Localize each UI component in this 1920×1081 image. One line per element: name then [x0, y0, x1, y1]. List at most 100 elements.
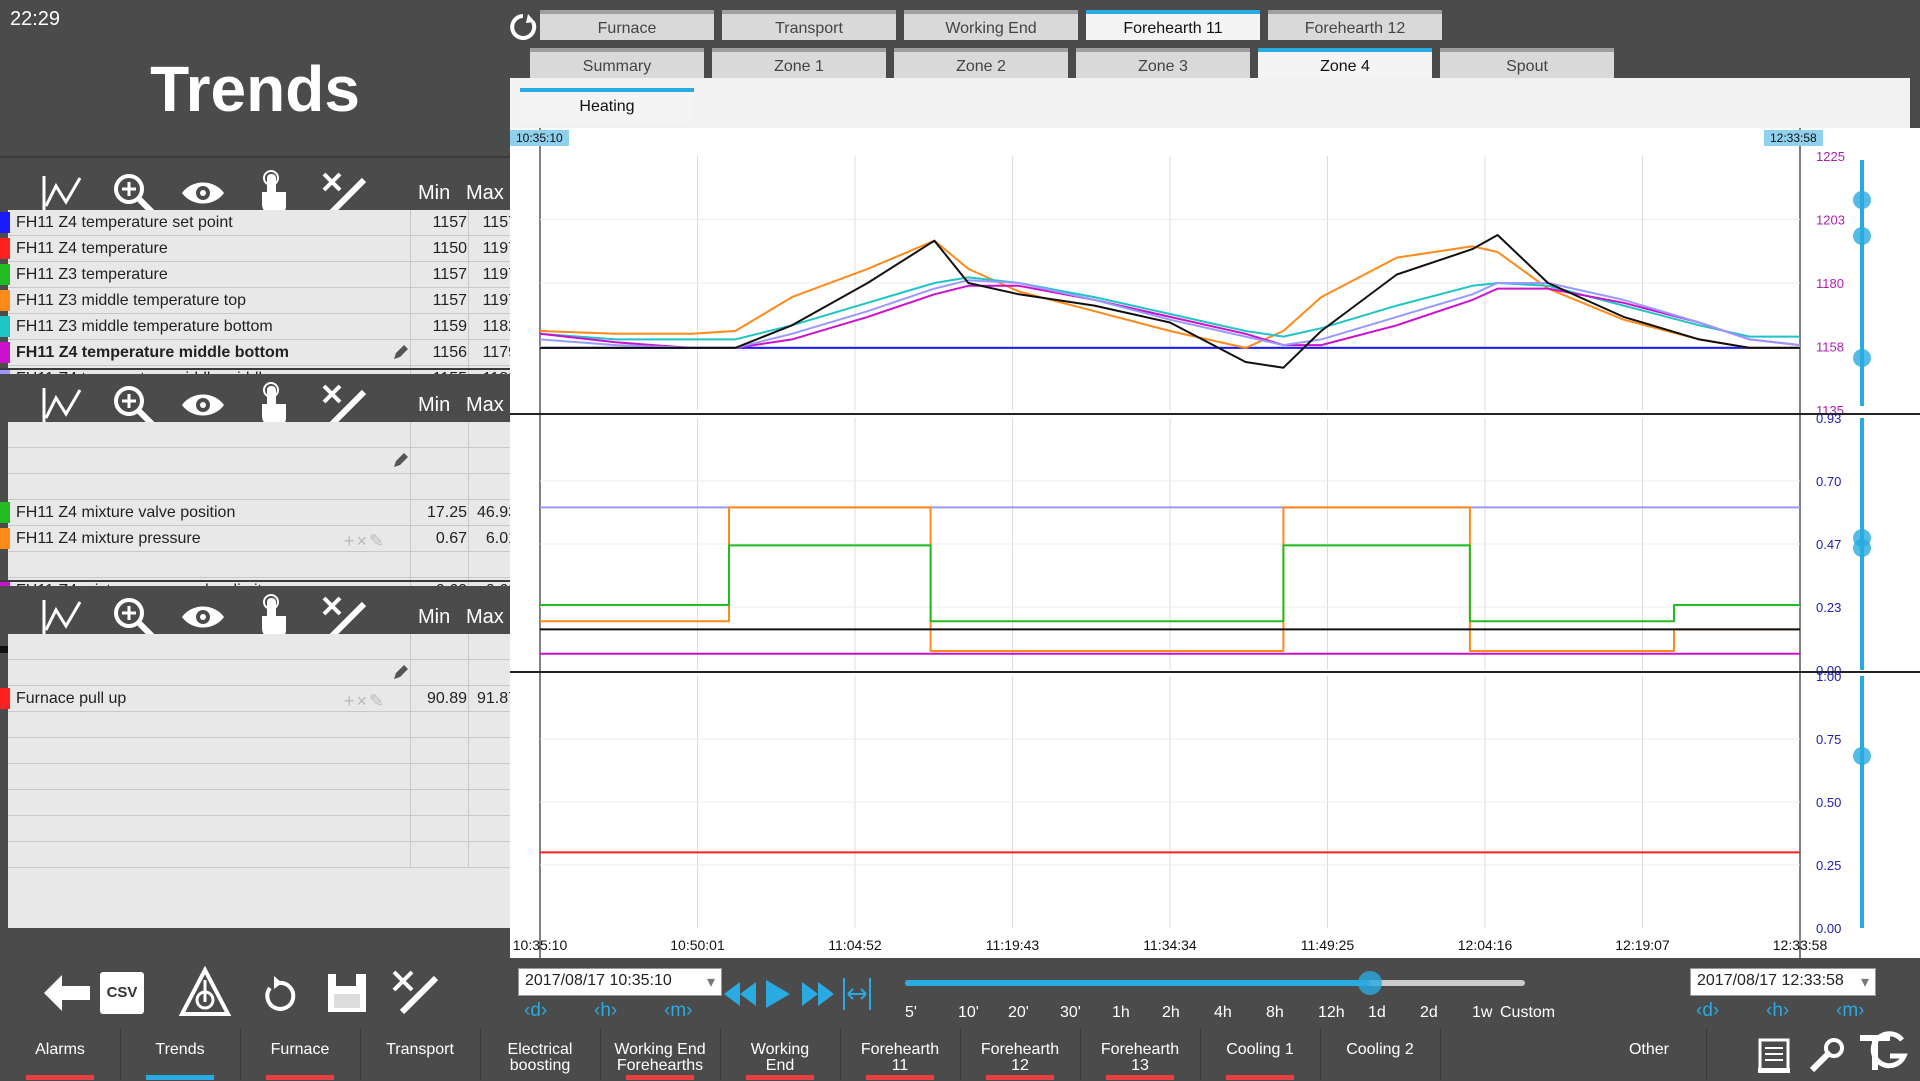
subtab-spout[interactable]: Spout	[1440, 48, 1614, 78]
rewind-icon[interactable]	[724, 982, 756, 1006]
min-header: Min	[418, 182, 451, 204]
step-h-control[interactable]: ‹h›	[1766, 1000, 1789, 1022]
step-d-control[interactable]: ‹d›	[1696, 1000, 1719, 1022]
zoom-option[interactable]: Custom	[1500, 1004, 1555, 1022]
end-date-field[interactable]: 2017/08/17 12:33:58 ▾	[1690, 968, 1876, 996]
subtab-summary[interactable]: Summary	[530, 48, 704, 78]
nav-working-end[interactable]: Working End	[720, 1028, 841, 1080]
step-h-control[interactable]: ‹h›	[594, 1000, 617, 1022]
zoom-slider-fill	[905, 980, 1370, 986]
y-slider-handle[interactable]	[1853, 747, 1871, 765]
signal-row[interactable]: FH11 Z4 mixture pressure +×✎ 0.67 6.01	[0, 526, 517, 554]
tab-forehearth-12[interactable]: Forehearth 12	[1268, 10, 1442, 40]
signal-row[interactable]: FH11 Z4 temperature set point 1157 1157	[0, 210, 517, 236]
nav-forehearth-13[interactable]: Forehearth 13	[1080, 1028, 1201, 1080]
pencil-icon[interactable]	[392, 452, 408, 468]
zoom-option[interactable]: 20'	[1008, 1004, 1029, 1022]
subtab-zone-1[interactable]: Zone 1	[712, 48, 886, 78]
y-slider-handle[interactable]	[1853, 539, 1871, 557]
y-slider-handle[interactable]	[1853, 349, 1871, 367]
zoom-option[interactable]: 10'	[958, 1004, 979, 1022]
nav-working-end-forehearths[interactable]: Working End Forehearths	[600, 1028, 721, 1080]
y-slider-handle[interactable]	[1853, 227, 1871, 245]
zoom-option[interactable]: 4h	[1214, 1004, 1232, 1022]
edit-controls-icon[interactable]: +×✎	[344, 529, 386, 554]
nav-cooling-2[interactable]: Cooling 2	[1320, 1028, 1441, 1080]
signal-row[interactable]: Furnace pull up +×✎ 90.89 91.87	[0, 686, 517, 714]
zoom-option[interactable]: 2d	[1420, 1004, 1438, 1022]
max-header: Max	[466, 182, 504, 204]
nav-alarms[interactable]: Alarms	[0, 1028, 121, 1080]
min-value: 0.67	[410, 526, 469, 551]
zoom-option[interactable]: 2h	[1162, 1004, 1180, 1022]
nav-electrical-boosting[interactable]: Electrical boosting	[480, 1028, 601, 1080]
signal-row[interactable]: FH11 Z4 temperature 1150 1197	[0, 236, 517, 262]
end-date-value: 2017/08/17 12:33:58	[1697, 972, 1844, 989]
reset-icon[interactable]	[252, 966, 306, 1020]
save-icon[interactable]	[320, 966, 374, 1020]
signal-row[interactable]: FH11 Z3 middle temperature top 1157 1197	[0, 288, 517, 314]
zoom-option[interactable]: 30'	[1060, 1004, 1081, 1022]
play-icon[interactable]	[766, 980, 790, 1008]
tab-transport[interactable]: Transport	[722, 10, 896, 40]
nav-forehearth-12[interactable]: Forehearth 12	[960, 1028, 1081, 1080]
nav-label: Working End	[750, 1041, 810, 1074]
zoom-slider-handle[interactable]	[1358, 971, 1382, 995]
y-slider-handle[interactable]	[1853, 191, 1871, 209]
start-date-field[interactable]: 2017/08/17 10:35:10 ▾	[518, 968, 722, 996]
nav-furnace[interactable]: Furnace	[240, 1028, 361, 1080]
tab-working-end[interactable]: Working End	[904, 10, 1078, 40]
nav-indicator	[746, 1075, 814, 1080]
nav-forehearth-11[interactable]: Forehearth 11	[840, 1028, 961, 1080]
zoom-option[interactable]: 1h	[1112, 1004, 1130, 1022]
nav-other[interactable]: Other	[1592, 1028, 1707, 1080]
clear-pen-icon[interactable]	[388, 966, 442, 1020]
tab-heating[interactable]: Heating	[520, 88, 694, 122]
zoom-option[interactable]: 5'	[905, 1004, 917, 1022]
edit-controls-icon[interactable]: +×✎	[344, 689, 386, 714]
step-m-control[interactable]: ‹m›	[1836, 1000, 1864, 1022]
step-d-control[interactable]: ‹d›	[524, 1000, 547, 1022]
fast-forward-icon[interactable]	[802, 982, 834, 1006]
min-value	[410, 816, 469, 841]
subtab-zone-2[interactable]: Zone 2	[894, 48, 1068, 78]
trend-chart-svg[interactable]: 122512031180115811350.930.700.470.230.00…	[510, 128, 1920, 958]
signal-row[interactable]: FH11 Z3 middle temperature bottom 1159 118…	[0, 314, 517, 340]
y-tick-label: 1.00	[1816, 669, 1841, 684]
empty-row	[8, 842, 510, 868]
min-value: 1157	[410, 262, 469, 287]
nav-cooling-1[interactable]: Cooling 1	[1200, 1028, 1321, 1080]
csv-export-button[interactable]: CSV	[100, 972, 144, 1014]
min-value	[410, 712, 469, 737]
signal-row[interactable]: FH11 Z3 temperature 1157 1197	[0, 262, 517, 288]
tab-furnace[interactable]: Furnace	[540, 10, 714, 40]
min-value	[410, 422, 469, 447]
trend-chart[interactable]: 1225 1203 1180 1158 1135 0.93 0.70 0.47 0.23 0.00…	[510, 128, 1920, 958]
signal-row[interactable]: FH11 Z4 temperature middle bottom 1156 117…	[0, 340, 517, 366]
zoom-option[interactable]: 1d	[1368, 1004, 1386, 1022]
zoom-option[interactable]: 12h	[1318, 1004, 1345, 1022]
subtab-zone-3[interactable]: Zone 3	[1076, 48, 1250, 78]
nav-indicator	[26, 1075, 94, 1080]
report-icon[interactable]	[1754, 1036, 1794, 1076]
x-tick-label: 11:49:25	[1301, 937, 1355, 953]
tab-forehearth-11[interactable]: Forehearth 11	[1086, 10, 1260, 40]
zoom-option[interactable]: 8h	[1266, 1004, 1284, 1022]
pencil-icon[interactable]	[392, 344, 408, 360]
signal-row[interactable]: FH11 Z4 mixture valve position 17.25 46.93	[0, 500, 517, 526]
zoom-option[interactable]: 1w	[1472, 1004, 1492, 1022]
warning-triangle-icon[interactable]	[178, 965, 232, 1020]
subtab-zone-4[interactable]: Zone 4	[1258, 48, 1432, 78]
step-m-control[interactable]: ‹m›	[664, 1000, 692, 1022]
wrench-icon[interactable]	[1806, 1036, 1846, 1076]
zoom-slider[interactable]	[905, 971, 1525, 995]
refresh-icon[interactable]	[508, 12, 538, 42]
nav-label: Electrical boosting	[507, 1041, 573, 1074]
back-arrow-icon[interactable]	[40, 966, 94, 1020]
nav-transport[interactable]: Transport	[360, 1028, 481, 1080]
pencil-icon[interactable]	[392, 664, 408, 680]
calendar-icon[interactable]: ▾	[1861, 972, 1869, 992]
nav-trends[interactable]: Trends	[120, 1028, 241, 1080]
fit-range-icon[interactable]	[843, 978, 871, 1010]
calendar-icon[interactable]: ▾	[707, 972, 715, 992]
